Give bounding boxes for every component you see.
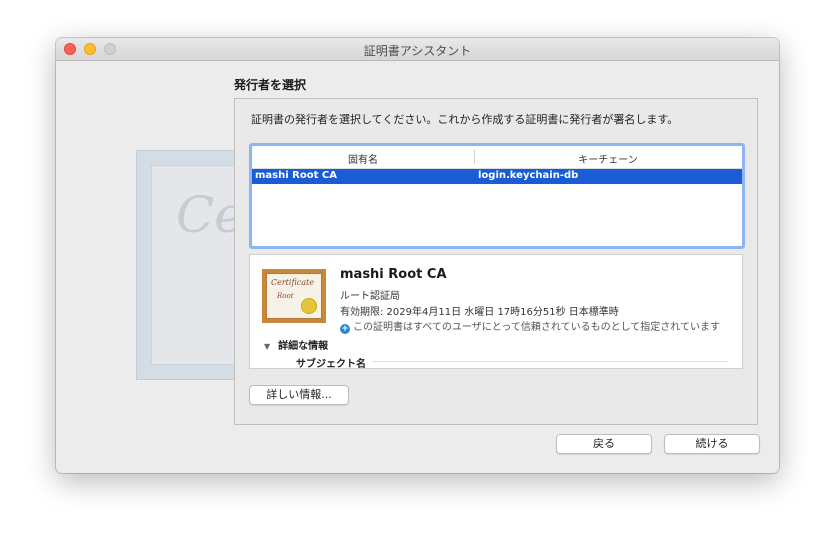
certificate-icon-title: Certificate xyxy=(271,278,314,287)
certificate-icon-face: Certificate Root xyxy=(266,273,322,319)
plus-info-icon: + xyxy=(340,324,350,334)
issuer-table[interactable]: 固有名 キーチェーン mashi Root CA login.keychain-… xyxy=(249,143,745,249)
window-title: 証明書アシスタント xyxy=(363,44,472,58)
back-button[interactable]: 戻る xyxy=(556,434,652,454)
cell-name: mashi Root CA xyxy=(255,170,337,181)
table-header: 固有名 キーチェーン xyxy=(252,146,742,169)
column-header-name[interactable]: 固有名 xyxy=(252,151,474,166)
certificate-detail-panel: Certificate Root mashi Root CA ルート認証局 有効… xyxy=(249,254,743,369)
certificate-expiry: 有効期限: 2029年4月11日 水曜日 17時16分51秒 日本標準時 xyxy=(340,307,619,318)
details-disclosure-toggle[interactable]: ▼ 詳細な情報 xyxy=(264,337,328,352)
trust-text: この証明書はすべてのユーザにとって信頼されているものとして指定されています xyxy=(353,322,720,333)
certificate-icon: Certificate Root xyxy=(262,269,326,323)
certificate-trust-status: + この証明書はすべてのユーザにとって信頼されているものとして指定されています xyxy=(340,318,720,334)
details-toggle-label: 詳細な情報 xyxy=(278,341,329,352)
disclosure-triangle-icon: ▼ xyxy=(264,342,271,351)
column-header-keychain[interactable]: キーチェーン xyxy=(474,151,742,166)
certificate-type: ルート認証局 xyxy=(340,291,400,302)
cell-keychain: login.keychain-db xyxy=(478,170,579,181)
continue-button[interactable]: 続ける xyxy=(664,434,760,454)
table-row[interactable]: mashi Root CA login.keychain-db xyxy=(252,169,742,184)
certificate-name: mashi Root CA xyxy=(340,267,447,282)
certificate-assistant-window: 証明書アシスタント Ce 発行者を選択 証明書の発行者を選択してください。これか… xyxy=(56,38,779,473)
subject-divider xyxy=(372,361,728,362)
more-info-button[interactable]: 詳しい情報... xyxy=(249,385,349,405)
instruction-text: 証明書の発行者を選択してください。これから作成する証明書に発行者が署名します。 xyxy=(251,113,679,126)
section-title: 発行者を選択 xyxy=(234,78,307,92)
seal-icon xyxy=(301,298,317,314)
title-bar: 証明書アシスタント xyxy=(56,38,779,61)
subject-name-label: サブジェクト名 xyxy=(296,359,366,369)
certificate-icon-subtitle: Root xyxy=(277,292,294,300)
issuer-group-box: 証明書の発行者を選択してください。これから作成する証明書に発行者が署名します。 … xyxy=(234,98,758,425)
